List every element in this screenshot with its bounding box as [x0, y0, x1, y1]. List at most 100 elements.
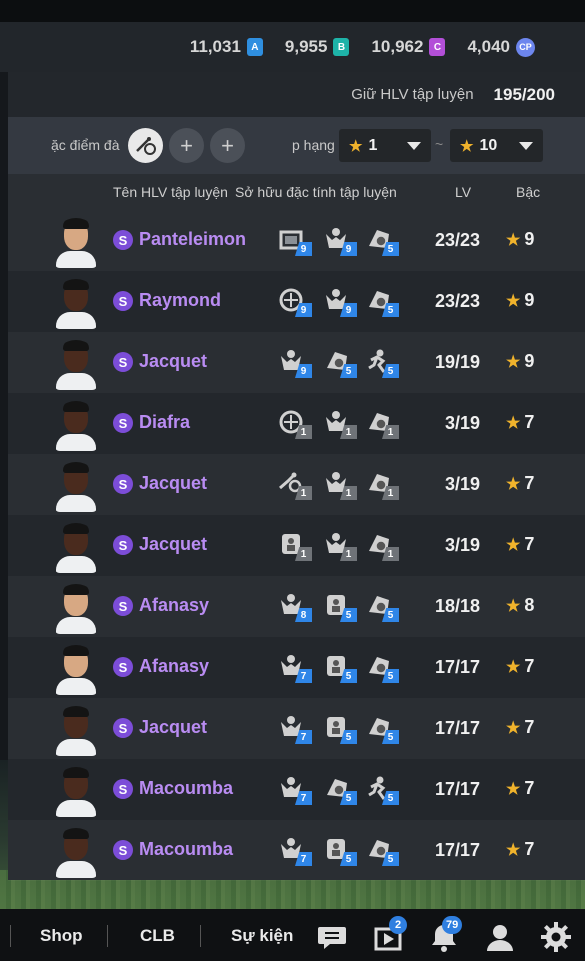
coach-level: 23/23: [434, 291, 480, 311]
coach-row[interactable]: S Macoumba 7 5 5 17/17 ★ 7: [8, 820, 585, 881]
avatar: [54, 828, 98, 878]
coach-level: 3/19: [444, 535, 480, 555]
training-trait[interactable]: 5: [365, 592, 399, 622]
training-trait[interactable]: 5: [323, 348, 357, 378]
gear-icon[interactable]: [540, 921, 572, 953]
coach-name: Jacquet: [139, 473, 208, 493]
nav-shop[interactable]: Shop: [40, 926, 83, 946]
header-traits[interactable]: Sở hữu đặc tính tập luyện: [235, 184, 397, 200]
coach-row[interactable]: S Afanasy 8 5 5 18/18 ★ 8: [8, 576, 585, 637]
coach-grade: ★ 7: [506, 412, 534, 433]
special-badge-icon: S: [113, 535, 133, 555]
training-trait[interactable]: 1: [278, 470, 312, 500]
training-trait[interactable]: 7: [278, 836, 312, 866]
training-trait[interactable]: 9: [323, 226, 357, 256]
profile-icon[interactable]: [484, 921, 516, 953]
add-trait-filter-button-2[interactable]: +: [210, 128, 245, 163]
grade-value: 9: [524, 229, 535, 249]
coach-row[interactable]: S Jacquet 9 5 5 19/19 ★ 9: [8, 332, 585, 393]
training-trait[interactable]: 9: [278, 226, 312, 256]
trait-filter-selected[interactable]: [128, 128, 163, 163]
nav-events[interactable]: Sự kiện: [231, 926, 293, 946]
training-trait[interactable]: 9: [278, 287, 312, 317]
avatar: [54, 340, 98, 390]
training-trait[interactable]: 1: [278, 409, 312, 439]
training-trait[interactable]: 5: [365, 287, 399, 317]
currency-a: 11,031 A: [190, 37, 263, 57]
grade-value: 7: [524, 412, 535, 432]
currency-c-value: 10,962: [371, 37, 424, 56]
training-trait[interactable]: 1: [365, 470, 399, 500]
training-trait[interactable]: 5: [365, 775, 399, 805]
chevron-down-icon: [407, 141, 421, 150]
training-trait[interactable]: 9: [323, 287, 357, 317]
nav-clb[interactable]: CLB: [140, 926, 175, 946]
coach-level: 19/19: [434, 352, 480, 372]
coach-name: Afanasy: [139, 656, 210, 676]
star-icon: ★: [506, 476, 521, 493]
training-trait[interactable]: 1: [323, 531, 357, 561]
training-trait[interactable]: 5: [323, 836, 357, 866]
training-trait[interactable]: 8: [278, 592, 312, 622]
coach-grade: ★ 7: [506, 534, 534, 555]
coach-row[interactable]: S Diafra 1 1 1 3/19 ★ 7: [8, 393, 585, 454]
coach-row[interactable]: S Afanasy 7 5 5 17/17 ★ 7: [8, 637, 585, 698]
training-trait[interactable]: 7: [278, 653, 312, 683]
training-trait[interactable]: 5: [365, 226, 399, 256]
training-trait[interactable]: 5: [365, 714, 399, 744]
coach-name: Raymond: [139, 290, 222, 310]
coach-name: Jacquet: [139, 534, 208, 554]
special-badge-icon: S: [113, 840, 133, 860]
add-trait-filter-button[interactable]: +: [169, 128, 204, 163]
star-icon: ★: [506, 415, 521, 432]
play-icon[interactable]: 2: [372, 916, 407, 953]
coach-row[interactable]: S Panteleimon 9 9 5 23/23 ★ 9: [8, 210, 585, 271]
currency-b: 9,955 B: [285, 37, 350, 57]
star-icon: ★: [506, 659, 521, 676]
training-trait[interactable]: 5: [365, 836, 399, 866]
nav-divider: [200, 925, 201, 947]
status-strip: [0, 0, 585, 22]
coach-row[interactable]: S Jacquet 7 5 5 17/17 ★ 7: [8, 698, 585, 759]
coach-name: Diafra: [139, 412, 191, 432]
coach-grade: ★ 7: [506, 839, 534, 860]
star-icon: ★: [506, 354, 521, 371]
keep-coach-row: Giữ HLV tập luyện 195/200: [8, 72, 585, 117]
bottom-nav: Shop CLB Sự kiện 2 79: [0, 909, 585, 961]
coach-grade: ★ 7: [506, 778, 534, 799]
training-trait[interactable]: 1: [278, 531, 312, 561]
header-lv[interactable]: LV: [455, 184, 471, 200]
training-trait[interactable]: 5: [323, 775, 357, 805]
header-coach-name[interactable]: Tên HLV tập luyện: [113, 184, 228, 200]
training-trait[interactable]: 7: [278, 714, 312, 744]
training-trait[interactable]: 7: [278, 775, 312, 805]
coach-name: Jacquet: [139, 717, 208, 737]
training-trait[interactable]: 5: [323, 653, 357, 683]
training-trait[interactable]: 5: [365, 348, 399, 378]
training-trait[interactable]: 5: [323, 592, 357, 622]
plus-icon: +: [180, 132, 193, 158]
rank-min-select[interactable]: ★ 1: [339, 129, 431, 162]
coach-grade: ★ 8: [506, 595, 534, 616]
coach-row[interactable]: S Macoumba 7 5 5 17/17 ★ 7: [8, 759, 585, 820]
training-trait[interactable]: 5: [365, 653, 399, 683]
filter-bar: ặc điểm đà + + p hạng ★ 1 ~ ★ 10: [8, 117, 585, 174]
coach-row[interactable]: S Raymond 9 9 5 23/23 ★ 9: [8, 271, 585, 332]
training-trait[interactable]: 1: [323, 470, 357, 500]
chat-icon[interactable]: [316, 921, 348, 953]
training-trait[interactable]: 5: [323, 714, 357, 744]
rank-max-select[interactable]: ★ 10: [450, 129, 543, 162]
training-trait[interactable]: 1: [365, 531, 399, 561]
coach-row[interactable]: S Jacquet 1 1 1 3/19 ★ 7: [8, 454, 585, 515]
coach-row[interactable]: S Jacquet 1 1 1 3/19 ★ 7: [8, 515, 585, 576]
star-icon: ★: [349, 137, 363, 155]
training-trait[interactable]: 9: [278, 348, 312, 378]
grade-value: 7: [524, 717, 535, 737]
training-trait[interactable]: 1: [365, 409, 399, 439]
tackle-icon: [135, 136, 156, 155]
bell-icon[interactable]: 79: [428, 916, 463, 953]
coach-name: Panteleimon: [139, 229, 247, 249]
coach-grade: ★ 7: [506, 717, 534, 738]
training-trait[interactable]: 1: [323, 409, 357, 439]
header-grade[interactable]: Bậc: [516, 184, 540, 200]
